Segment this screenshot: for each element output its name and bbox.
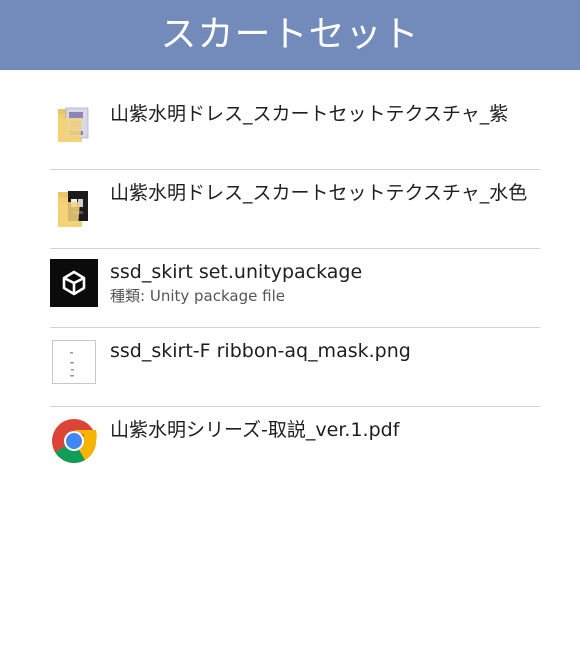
file-list: 山紫水明ドレス_スカートセットテクスチャ_紫 山紫水明ドレス_スカートセットテク… [50, 91, 540, 486]
list-item[interactable]: 山紫水明ドレス_スカートセットテクスチャ_水色 [50, 170, 540, 249]
list-item[interactable]: 山紫水明シリーズ-取説_ver.1.pdf [50, 407, 540, 486]
file-type: 種類: Unity package file [110, 285, 285, 306]
unity-icon [50, 259, 98, 307]
list-item[interactable]: ssd_skirt-F ribbon-aq_mask.png [50, 328, 540, 407]
file-name: 山紫水明ドレス_スカートセットテクスチャ_紫 [110, 103, 509, 125]
file-type-label: 種類: [110, 287, 146, 305]
file-name: ssd_skirt set.unitypackage [110, 261, 363, 283]
folder-icon [50, 184, 98, 232]
image-thumbnail-icon [50, 338, 98, 386]
list-item[interactable]: ssd_skirt set.unitypackage 種類: Unity pac… [50, 249, 540, 328]
file-name: ssd_skirt-F ribbon-aq_mask.png [110, 340, 411, 362]
header-bar: スカートセット [0, 0, 580, 70]
file-type-value: Unity package file [149, 287, 285, 305]
file-name: 山紫水明シリーズ-取説_ver.1.pdf [110, 419, 400, 441]
folder-icon [50, 99, 98, 147]
chrome-icon [50, 417, 98, 465]
file-name: 山紫水明ドレス_スカートセットテクスチャ_水色 [110, 182, 528, 204]
list-item[interactable]: 山紫水明ドレス_スカートセットテクスチャ_紫 [50, 91, 540, 170]
page-title: スカートセット [160, 14, 420, 55]
